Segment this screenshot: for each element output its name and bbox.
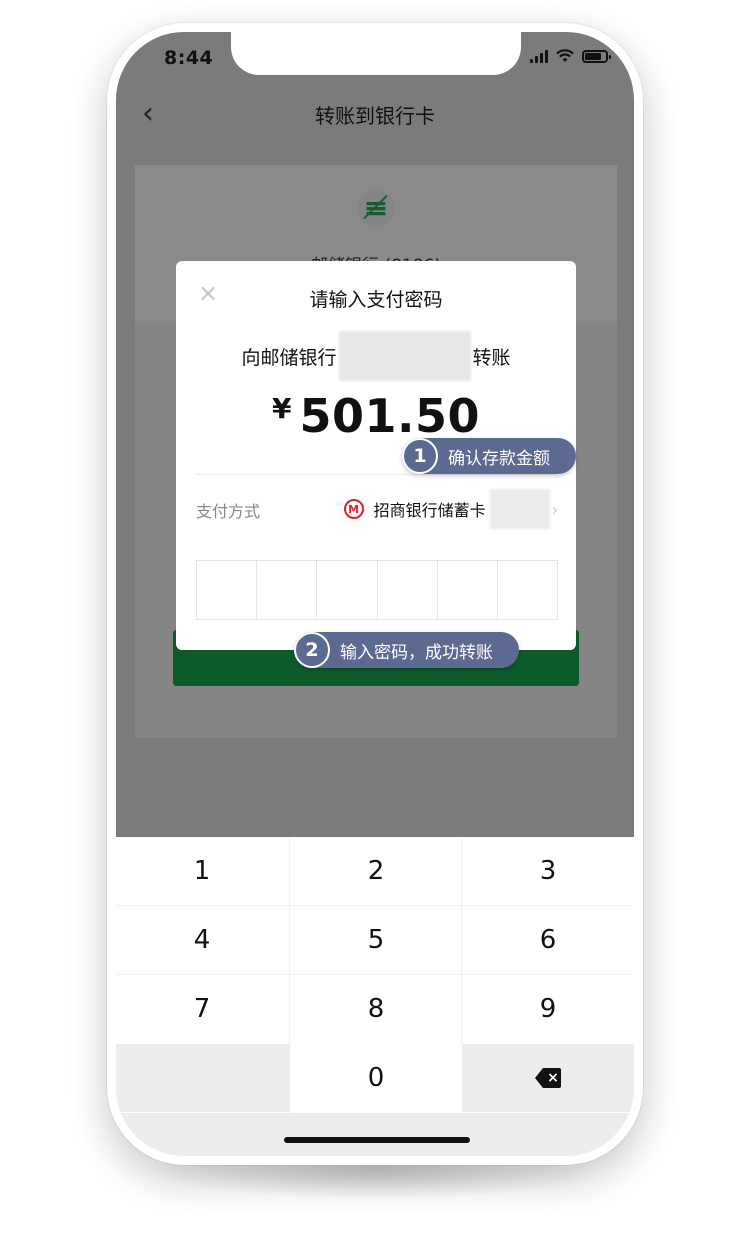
- backspace-icon: ×: [535, 1068, 561, 1088]
- redacted-recipient: [338, 331, 471, 381]
- key-divider: [116, 905, 634, 906]
- dimmed-app-page: 8:44 ‹ 转账到银行卡 ≢ 邮储银行 (8186) ×: [116, 32, 634, 837]
- password-digit-box: [438, 561, 498, 619]
- signal-icon: [530, 49, 548, 63]
- recipient-suffix: 转账: [472, 346, 511, 369]
- payment-method-selector[interactable]: M 招商银行储蓄卡 ›: [343, 489, 558, 529]
- callout-confirm-amount: 1 确认存款金额: [402, 438, 576, 474]
- key-delete[interactable]: ×: [462, 1044, 634, 1112]
- cmb-bank-logo-icon: M: [343, 499, 364, 519]
- home-indicator: [284, 1137, 470, 1143]
- status-bar: 8:44: [116, 32, 634, 82]
- password-digit-box: [498, 561, 557, 619]
- callout-text: 输入密码，成功转账: [340, 642, 493, 663]
- key-6[interactable]: 6: [462, 906, 634, 974]
- password-digit-box: [317, 561, 378, 619]
- key-3[interactable]: 3: [462, 837, 634, 905]
- key-divider: [116, 974, 634, 975]
- key-empty: [116, 1044, 290, 1112]
- payment-card-name: 招商银行储蓄卡: [373, 501, 486, 520]
- recipient-line: 向邮储银行 转账: [176, 331, 576, 381]
- key-2[interactable]: 2: [290, 837, 462, 905]
- redacted-card-number: [489, 489, 550, 529]
- key-1[interactable]: 1: [116, 837, 288, 905]
- postal-bank-logo-icon: ≢: [357, 190, 395, 228]
- amount-value: 501.50: [299, 389, 480, 443]
- key-7[interactable]: 7: [116, 975, 288, 1043]
- amount-display: ¥501.50: [176, 389, 576, 443]
- currency-symbol: ¥: [272, 392, 292, 425]
- phone-notch: [231, 32, 521, 75]
- password-digit-box: [257, 561, 318, 619]
- payment-method-label: 支付方式: [196, 502, 261, 521]
- key-divider: [289, 837, 290, 1113]
- callout-text: 确认存款金额: [448, 448, 550, 469]
- password-input[interactable]: [196, 560, 558, 620]
- payment-method-row[interactable]: 支付方式 M 招商银行储蓄卡 ›: [196, 489, 558, 529]
- callout-number: 1: [402, 438, 438, 474]
- key-0[interactable]: 0: [290, 1044, 462, 1112]
- numeric-keypad: 1 2 3 4 5 6 7 8 9 0 ×: [116, 837, 634, 1113]
- recipient-prefix: 向邮储银行: [241, 346, 337, 369]
- battery-icon: [582, 49, 611, 63]
- password-digit-box: [378, 561, 438, 619]
- callout-number: 2: [294, 632, 330, 668]
- wifi-icon: [556, 49, 574, 62]
- status-icons: [530, 49, 611, 63]
- dialog-title: 请输入支付密码: [309, 289, 443, 311]
- chevron-right-icon: ›: [551, 499, 558, 519]
- key-4[interactable]: 4: [116, 906, 288, 974]
- password-digit-box: [197, 561, 258, 619]
- key-divider: [461, 837, 462, 1044]
- key-8[interactable]: 8: [290, 975, 462, 1043]
- phone-screen: 8:44 ‹ 转账到银行卡 ≢ 邮储银行 (8186) ×: [116, 32, 634, 1156]
- key-5[interactable]: 5: [290, 906, 462, 974]
- status-time: 8:44: [164, 47, 214, 69]
- divider: [196, 474, 556, 475]
- key-9[interactable]: 9: [462, 975, 634, 1043]
- page-title: 转账到银行卡: [315, 104, 435, 128]
- callout-enter-password: 2 输入密码，成功转账: [294, 632, 519, 668]
